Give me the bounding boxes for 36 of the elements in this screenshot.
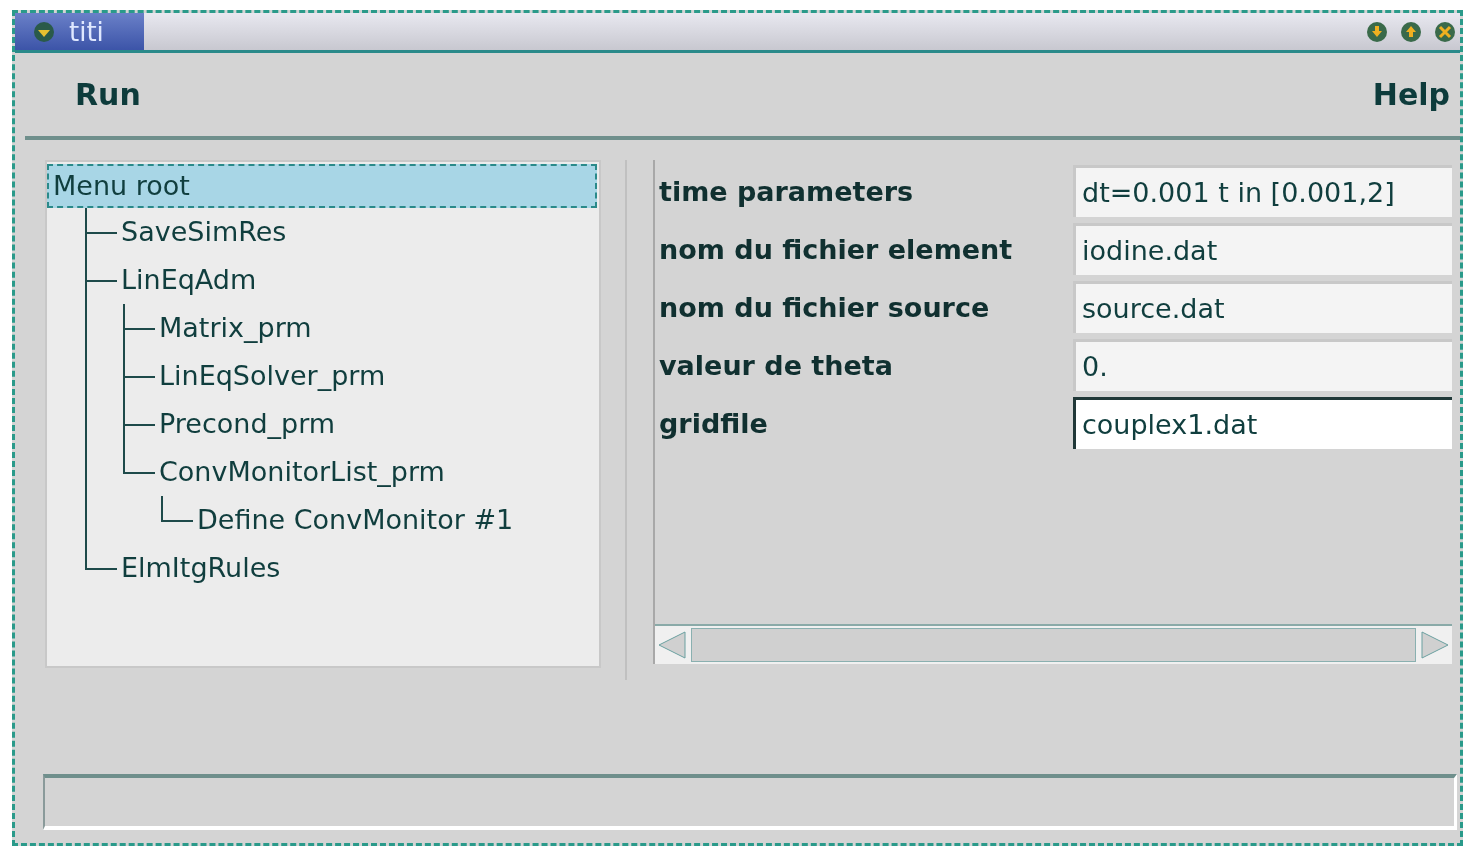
input-field[interactable]: 0. [1073,339,1452,391]
menu-item[interactable]: Help [1372,77,1450,112]
tree-connector [123,376,155,378]
tree-item[interactable]: SaveSimRes [117,208,291,256]
parameter-label: nom du fichier source [658,291,991,323]
tree-connector [85,280,117,282]
tree-item[interactable]: Precond_prm [155,400,340,448]
tree-item[interactable]: Define ConvMonitor #1 [193,496,518,544]
horizontal-scrollbar[interactable] [655,624,1452,664]
parameter-label: time parameters [658,175,915,207]
tree-connector [161,496,193,522]
input-field[interactable]: couplex1.dat [1073,397,1452,449]
tree-item[interactable]: ConvMonitorList_prm [155,448,449,496]
minimize-icon[interactable] [1366,20,1388,43]
window-title: titi [69,16,104,47]
parameter-label: valeur de theta [658,349,894,381]
tree-connector [85,544,117,570]
input-field[interactable]: dt=0.001 t in [0.001,2] [1073,165,1452,217]
menu-item[interactable]: Run [75,77,141,112]
tree-item[interactable]: Menu root [47,164,597,208]
tree-item[interactable]: LinEqAdm [117,256,261,304]
input-field[interactable]: source.dat [1073,281,1452,333]
tree-item[interactable]: ElmItgRules [117,544,285,592]
tree-item[interactable]: LinEqSolver_prm [155,352,390,400]
maximize-icon[interactable] [1400,20,1422,43]
window-menu-icon[interactable] [33,20,55,43]
tree-connector [123,328,155,330]
tree-connector [123,424,155,426]
input-field[interactable]: iodine.dat [1073,223,1452,275]
parameter-label: gridfile [658,407,769,439]
scroll-thumb[interactable] [691,628,1416,662]
parameter-label: nom du fichier element [658,233,1014,265]
tree-item[interactable]: Matrix_prm [155,304,316,352]
close-icon[interactable] [1434,20,1456,43]
tree-connector [85,232,117,234]
tree-connector [123,448,155,474]
